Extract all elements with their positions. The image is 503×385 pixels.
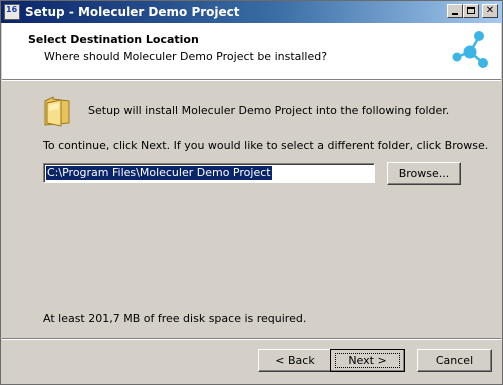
maximize-button[interactable] xyxy=(463,4,479,18)
minimize-icon xyxy=(452,13,458,15)
back-button[interactable]: < Back xyxy=(258,349,332,372)
app-icon-label: 16 xyxy=(6,5,18,14)
install-info-text: Setup will install Moleculer Demo Projec… xyxy=(88,104,450,117)
close-button[interactable]: ✕ xyxy=(482,4,498,18)
next-button[interactable]: Next > xyxy=(330,349,405,372)
disk-space-requirement: At least 201,7 MB of free disk space is … xyxy=(43,312,307,325)
setup-app-icon: 16 xyxy=(4,4,20,20)
browse-button[interactable]: Browse... xyxy=(387,162,461,185)
folder-icon xyxy=(44,96,70,127)
header-divider xyxy=(2,80,501,81)
window-title: Setup - Moleculer Demo Project xyxy=(25,5,240,19)
setup-window: 16 Setup - Moleculer Demo Project ✕ Sele… xyxy=(0,0,503,385)
close-icon: ✕ xyxy=(485,5,495,16)
continue-instructions: To continue, click Next. If you would li… xyxy=(43,139,489,152)
next-button-label: Next > xyxy=(348,354,387,367)
page-title: Select Destination Location xyxy=(28,33,199,46)
page-subtitle: Where should Moleculer Demo Project be i… xyxy=(44,50,328,63)
maximize-icon xyxy=(467,7,475,14)
cancel-button[interactable]: Cancel xyxy=(417,349,492,372)
page-header: Select Destination Location Where should… xyxy=(2,23,501,80)
destination-path-input[interactable]: C:\Program Files\Moleculer Demo Project xyxy=(43,163,375,183)
minimize-button[interactable] xyxy=(447,4,463,18)
molecule-logo-icon xyxy=(452,31,488,68)
footer-divider xyxy=(2,338,501,340)
title-bar[interactable]: 16 Setup - Moleculer Demo Project ✕ xyxy=(1,1,502,23)
destination-path-value: C:\Program Files\Moleculer Demo Project xyxy=(46,166,272,180)
